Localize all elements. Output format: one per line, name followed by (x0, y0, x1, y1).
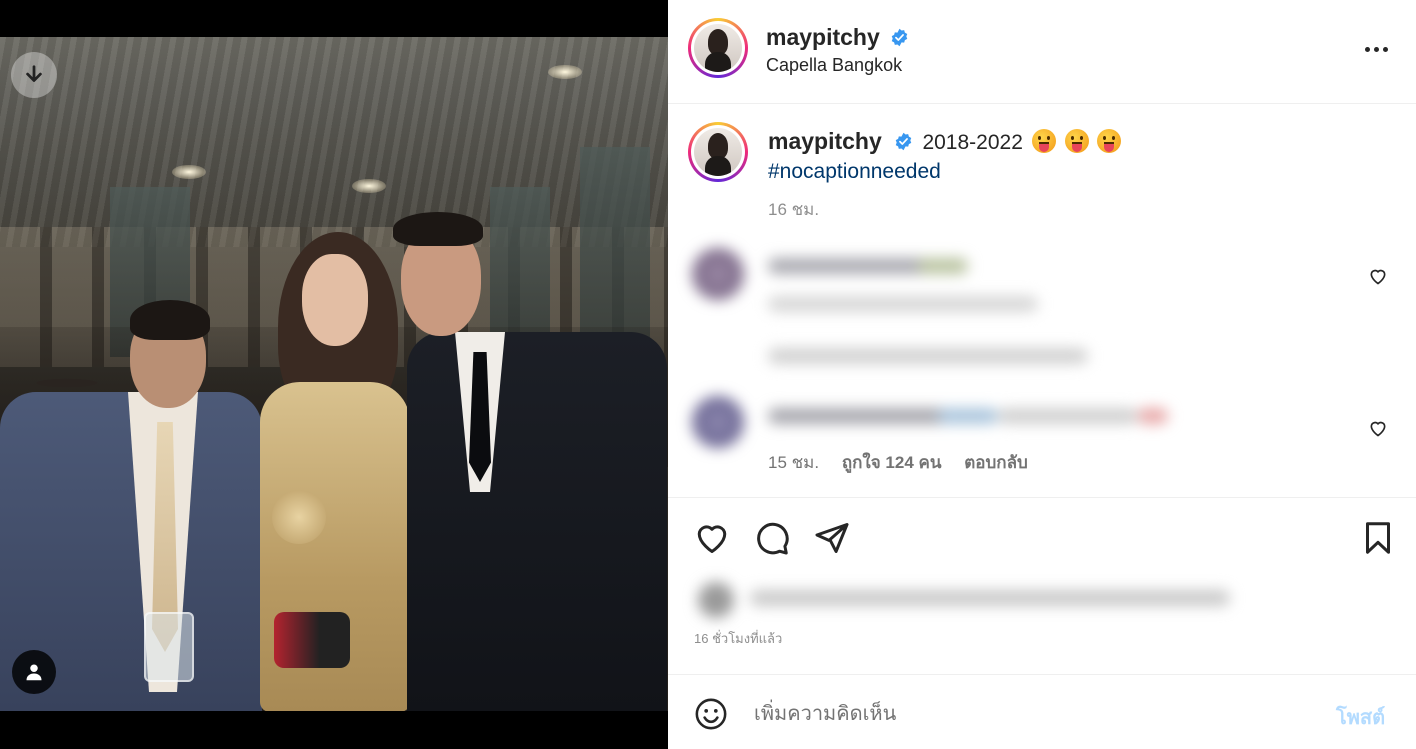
comment-meta (768, 348, 1088, 364)
download-button[interactable] (11, 52, 57, 98)
tongue-emoji-icon (1031, 129, 1056, 153)
header-username[interactable]: maypitchy (766, 24, 880, 50)
arrow-down-icon (26, 65, 42, 82)
hair (130, 300, 210, 340)
hair (393, 212, 483, 246)
post-location[interactable]: Capella Bangkok (766, 55, 902, 76)
comment-likes[interactable]: ถูกใจ 124 คน (842, 453, 942, 472)
caption-text: 2018-2022 (922, 131, 1023, 154)
like-comment-heart-icon[interactable] (1368, 418, 1388, 438)
caption-avatar[interactable] (688, 122, 748, 182)
person-left (0, 272, 270, 711)
post-sidebar: maypitchy Capella Bangkok maypitchy 2018… (668, 0, 1416, 749)
verified-badge-icon (895, 132, 911, 151)
verified-badge-icon (891, 28, 908, 47)
caption-username[interactable]: maypitchy (768, 128, 882, 154)
comment-avatar (692, 248, 744, 300)
likes-text (750, 590, 1230, 606)
tongue-emoji-icon (1097, 129, 1122, 153)
face (302, 254, 368, 346)
dot-icon (1382, 46, 1388, 52)
person-right (393, 212, 668, 711)
ceiling-light (352, 179, 386, 193)
action-bar (668, 498, 1416, 568)
header-avatar[interactable] (688, 18, 748, 78)
caption-time: 16 ชม. (768, 200, 820, 219)
comment-meta-row: 15 ชม. ถูกใจ 124 คน ตอบกลับ (768, 449, 1046, 476)
caption-hashtag[interactable]: #nocaptionneeded (768, 160, 941, 184)
post-photo (0, 37, 668, 711)
ceiling-light (172, 165, 206, 179)
tagged-users-button[interactable] (12, 650, 56, 694)
comment-emoji (938, 408, 998, 424)
post-header: maypitchy Capella Bangkok (668, 0, 1416, 104)
dot-icon (1364, 46, 1370, 52)
comment-icon[interactable] (754, 520, 790, 556)
comment-username (768, 408, 948, 424)
comment-emoji (1138, 408, 1168, 424)
clutch-bag (274, 612, 350, 668)
user-icon (26, 664, 42, 681)
glass (144, 612, 194, 682)
likes-summary (668, 566, 1416, 636)
tongue-emoji-icon (1064, 129, 1089, 153)
heart-icon[interactable] (694, 520, 730, 556)
comment-avatar (692, 396, 744, 448)
comment-emoji (918, 258, 968, 274)
dot-icon (1373, 46, 1379, 52)
instagram-post-viewer: maypitchy Capella Bangkok maypitchy 2018… (0, 0, 1416, 749)
share-icon[interactable] (814, 520, 850, 556)
comment-text (768, 296, 1038, 312)
post-date: 16 ชั่วโมงที่แล้ว (694, 631, 783, 646)
comment-text (998, 408, 1138, 424)
dress-rosette (272, 490, 326, 544)
emoji-picker-icon[interactable] (694, 697, 728, 731)
ceiling-light (548, 65, 582, 79)
like-comment-heart-icon[interactable] (1368, 266, 1388, 286)
caption-line: maypitchy 2018-2022 (768, 128, 1122, 155)
header-user: maypitchy (766, 24, 909, 51)
post-comment-button[interactable]: โพสต์ (1336, 701, 1385, 733)
comment-time: 15 ชม. (768, 453, 820, 472)
comment-input[interactable] (754, 697, 1314, 731)
post-media[interactable] (0, 0, 668, 749)
more-options-button[interactable] (1358, 34, 1394, 64)
comment-reply-button[interactable]: ตอบกลับ (964, 453, 1028, 472)
liker-avatar (698, 582, 734, 618)
bookmark-icon[interactable] (1360, 520, 1396, 556)
dark-suit (407, 332, 667, 711)
comment-composer: โพสต์ (668, 674, 1416, 749)
comments-list: 15 ชม. ถูกใจ 124 คน ตอบกลับ (668, 232, 1416, 498)
